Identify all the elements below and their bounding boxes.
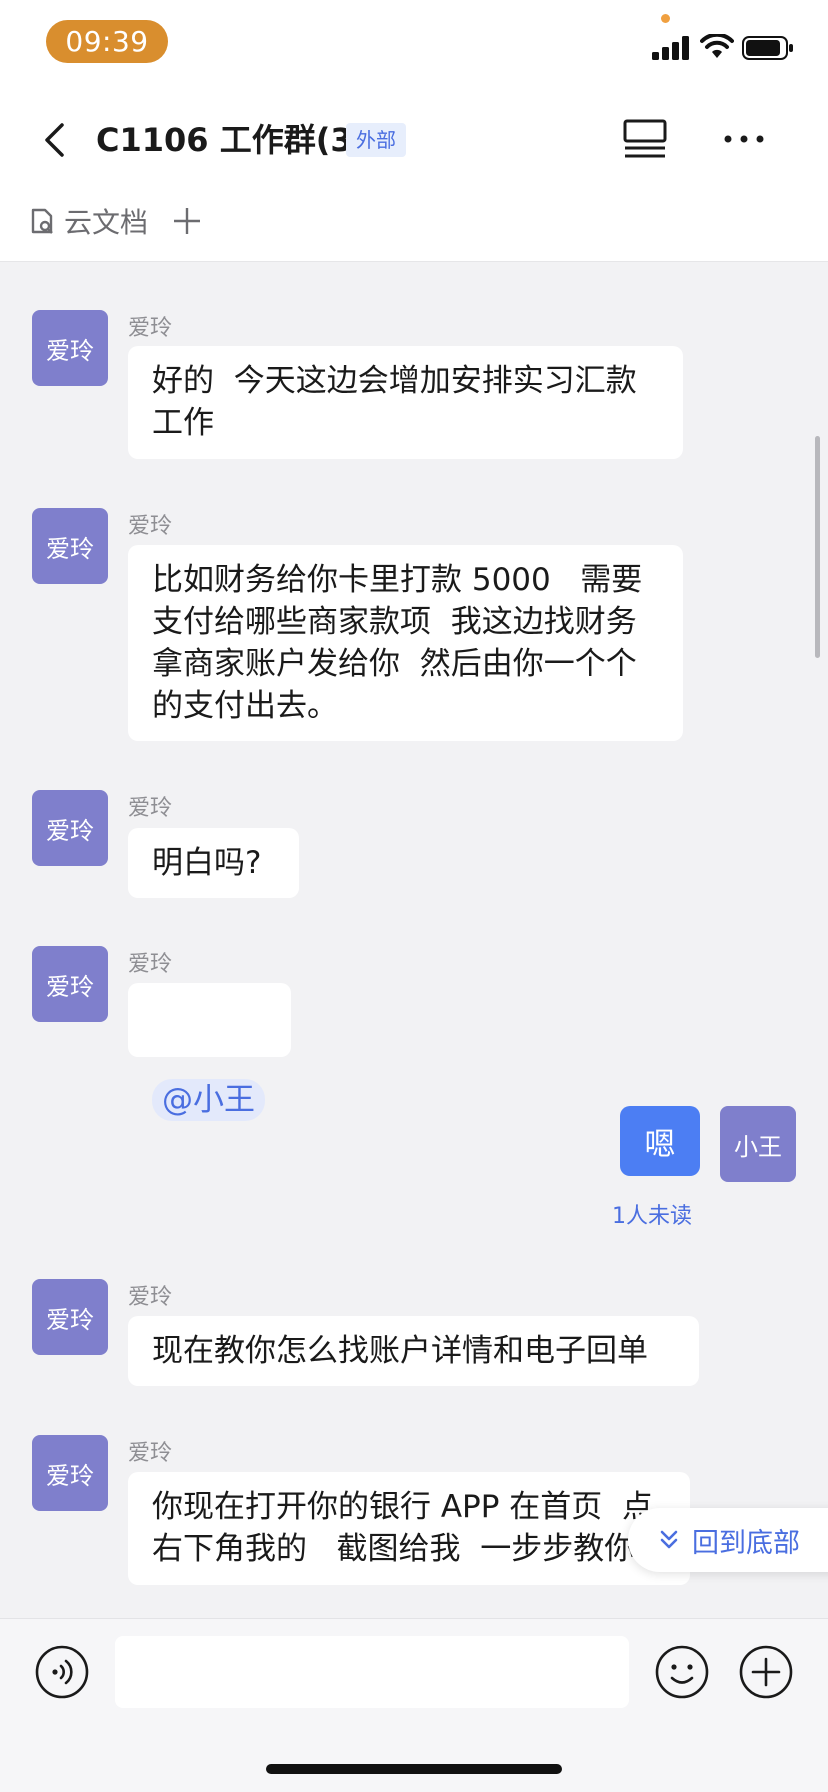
cellular-signal-icon [652, 36, 689, 60]
list-layout-icon[interactable] [622, 118, 668, 160]
avatar[interactable]: 爱玲 [32, 1435, 108, 1511]
avatar[interactable]: 爱玲 [32, 310, 108, 386]
sender-name: 爱玲 [128, 796, 173, 821]
emoji-icon[interactable] [654, 1644, 710, 1700]
home-indicator [266, 1764, 562, 1774]
jump-to-bottom-label: 回到底部 [692, 1527, 800, 1559]
self-message-bubble[interactable]: 嗯 [620, 1106, 700, 1176]
status-time: 09:39 [46, 20, 168, 63]
sender-name: 爱玲 [128, 514, 173, 539]
double-chevron-down-icon [660, 1530, 678, 1549]
message-input[interactable] [115, 1636, 629, 1708]
plus-icon[interactable] [172, 200, 202, 242]
sender-name: 爱玲 [128, 1441, 173, 1466]
scrollbar[interactable] [815, 436, 820, 658]
document-icon [31, 208, 53, 234]
message-bubble[interactable]: 比如财务给你卡里打款 5000 需要 支付给哪些商家款项 我这边找财务 拿商家账… [128, 545, 683, 741]
cloud-docs-label: 云文档 [64, 206, 149, 239]
chevron-left-icon [45, 123, 64, 157]
cloud-docs-tab[interactable]: 云文档 [28, 200, 148, 242]
sender-name: 爱玲 [128, 316, 173, 341]
sender-name: 爱玲 [128, 952, 173, 977]
message-bubble[interactable]: @小王 [128, 983, 291, 1121]
external-tag: 外部 [346, 123, 406, 157]
plus-circle-icon[interactable] [738, 1644, 794, 1700]
jump-to-bottom-button[interactable]: 回到底部 [628, 1508, 828, 1572]
message-bubble[interactable]: 明白吗? [128, 828, 299, 898]
privacy-indicator-dot [661, 14, 670, 23]
self-avatar[interactable]: 小王 [720, 1106, 796, 1182]
unread-status[interactable]: 1人未读 [612, 1198, 692, 1230]
back-button[interactable] [36, 118, 72, 162]
message-bubble[interactable]: 好的 今天这边会增加安排实习汇款 工作 [128, 346, 683, 459]
avatar[interactable]: 爱玲 [32, 790, 108, 866]
sender-name: 爱玲 [128, 1285, 173, 1310]
avatar[interactable]: 爱玲 [32, 508, 108, 584]
voice-icon[interactable] [34, 1644, 90, 1700]
mention-tag[interactable]: @小王 [152, 1079, 265, 1121]
chat-title: C1106 工作群(3) [96, 121, 368, 159]
battery-icon [742, 36, 793, 60]
avatar[interactable]: 爱玲 [32, 1279, 108, 1355]
wifi-icon [700, 34, 734, 58]
message-bubble[interactable]: 你现在打开你的银行 APP 在首页 点 右下角我的 截图给我 一步步教你 [128, 1472, 690, 1585]
more-icon[interactable] [722, 124, 766, 154]
message-bubble[interactable]: 现在教你怎么找账户详情和电子回单 [128, 1316, 699, 1386]
avatar[interactable]: 爱玲 [32, 946, 108, 1022]
